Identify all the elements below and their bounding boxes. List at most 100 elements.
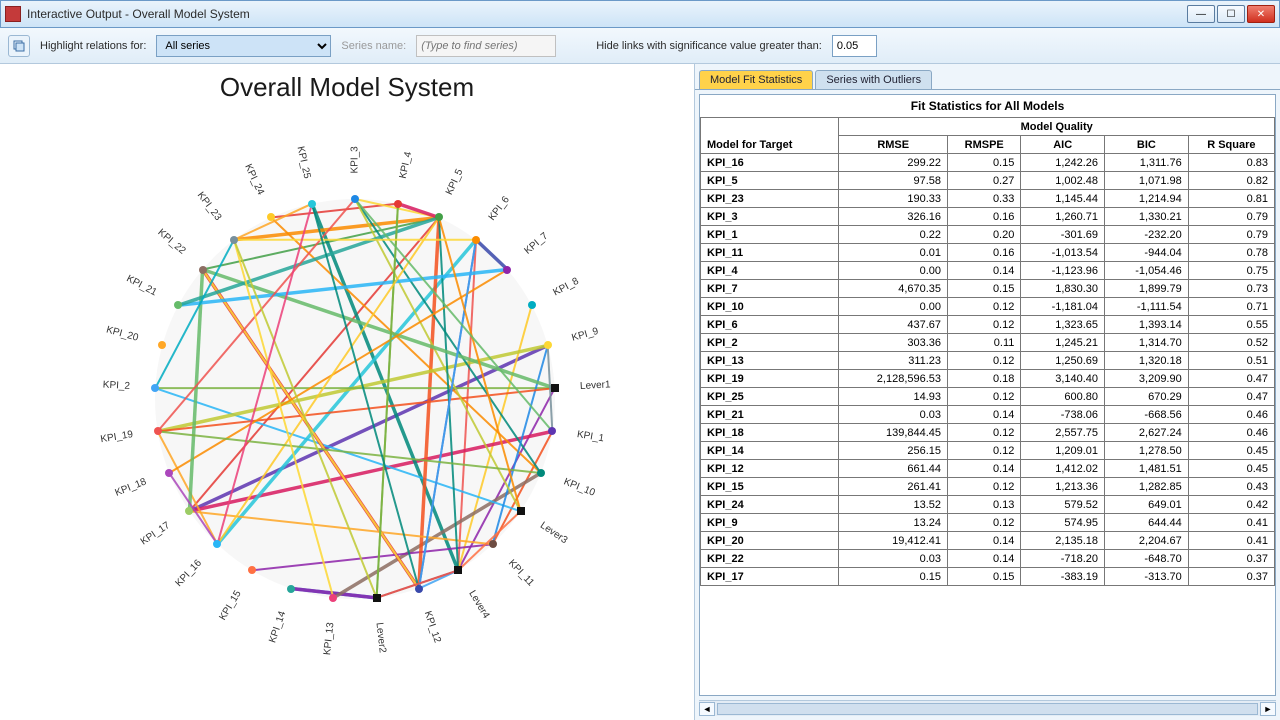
node-label: KPI_3 (350, 146, 361, 173)
node-kpi_9[interactable] (544, 341, 552, 349)
window-controls: — ☐ ✕ (1187, 5, 1275, 23)
statistics-panel: Model Fit Statistics Series with Outlier… (695, 64, 1280, 720)
node-label: Lever2 (374, 622, 388, 654)
node-kpi_17[interactable] (185, 507, 193, 515)
node-label: KPI_8 (551, 275, 580, 297)
node-kpi_11[interactable] (489, 540, 497, 548)
node-lever3[interactable] (517, 507, 525, 515)
scroll-left-icon[interactable]: ◄ (699, 702, 715, 716)
table-row[interactable]: KPI_12661.440.141,412.021,481.510.45 (701, 460, 1275, 478)
scroll-right-icon[interactable]: ► (1260, 702, 1276, 716)
highlight-select[interactable]: All series (156, 35, 331, 57)
table-row[interactable]: KPI_23190.330.331,145.441,214.940.81 (701, 190, 1275, 208)
node-kpi_25[interactable] (308, 200, 316, 208)
hide-links-label: Hide links with significance value great… (596, 40, 822, 52)
node-lever1[interactable] (551, 384, 559, 392)
stats-table-container: Fit Statistics for All Models Model for … (699, 94, 1276, 696)
table-row[interactable]: KPI_2019,412.410.142,135.182,204.670.41 (701, 532, 1275, 550)
node-lever4[interactable] (454, 566, 462, 574)
tab-model-fit[interactable]: Model Fit Statistics (699, 70, 813, 89)
node-label: KPI_5 (444, 167, 465, 196)
node-kpi_15[interactable] (248, 566, 256, 574)
horizontal-scrollbar[interactable]: ◄ ► (699, 700, 1276, 716)
toolbar: Highlight relations for: All series Seri… (0, 28, 1280, 64)
node-kpi_24[interactable] (267, 213, 275, 221)
node-label: KPI_2 (103, 379, 131, 391)
maximize-button[interactable]: ☐ (1217, 5, 1245, 23)
node-label: KPI_21 (125, 273, 159, 298)
table-row[interactable]: KPI_110.010.16-1,013.54-944.040.78 (701, 244, 1275, 262)
table-row[interactable]: KPI_170.150.15-383.19-313.700.37 (701, 568, 1275, 586)
significance-input[interactable] (832, 35, 877, 57)
node-kpi_13[interactable] (329, 594, 337, 602)
node-kpi_14[interactable] (287, 585, 295, 593)
node-kpi_20[interactable] (158, 341, 166, 349)
table-row[interactable]: KPI_100.000.12-1,181.04-1,111.540.71 (701, 298, 1275, 316)
node-label: KPI_12 (422, 610, 443, 645)
diagram-panel: Overall Model System KPI_3 KPI_4 KPI_5 KPI_… (0, 64, 695, 720)
node-label: KPI_18 (113, 477, 148, 499)
table-title: Fit Statistics for All Models (700, 95, 1275, 117)
tab-outliers[interactable]: Series with Outliers (815, 70, 932, 89)
node-label: KPI_13 (322, 622, 336, 656)
node-kpi_22[interactable] (199, 266, 207, 274)
window-title: Interactive Output - Overall Model Syste… (27, 7, 250, 21)
node-label: KPI_19 (100, 429, 134, 445)
series-name-input[interactable] (416, 35, 556, 57)
node-label: KPI_4 (398, 151, 415, 180)
table-row[interactable]: KPI_220.030.14-718.20-648.700.37 (701, 550, 1275, 568)
node-kpi_2[interactable] (151, 384, 159, 392)
node-kpi_12[interactable] (415, 585, 423, 593)
node-kpi_8[interactable] (528, 301, 536, 309)
node-kpi_10[interactable] (537, 469, 545, 477)
scroll-thumb[interactable] (717, 703, 1258, 715)
node-label: KPI_9 (570, 326, 599, 344)
node-kpi_4[interactable] (394, 200, 402, 208)
node-kpi_3[interactable] (351, 195, 359, 203)
node-label: KPI_14 (267, 610, 288, 645)
table-row[interactable]: KPI_2303.360.111,245.211,314.700.52 (701, 334, 1275, 352)
node-kpi_6[interactable] (472, 236, 480, 244)
table-row[interactable]: KPI_40.000.14-1,123.96-1,054.460.75 (701, 262, 1275, 280)
node-kpi_19[interactable] (154, 427, 162, 435)
table-row[interactable]: KPI_3326.160.161,260.711,330.210.79 (701, 208, 1275, 226)
node-label: KPI_25 (294, 146, 312, 180)
node-label: KPI_20 (105, 324, 140, 343)
title-bar: Interactive Output - Overall Model Syste… (0, 0, 1280, 28)
table-row[interactable]: KPI_18139,844.450.122,557.752,627.240.46 (701, 424, 1275, 442)
node-kpi_16[interactable] (213, 540, 221, 548)
table-row[interactable]: KPI_2413.520.13579.52649.010.42 (701, 496, 1275, 514)
table-row[interactable]: KPI_10.220.20-301.69-232.200.79 (701, 226, 1275, 244)
table-row[interactable]: KPI_913.240.12574.95644.440.41 (701, 514, 1275, 532)
chart-title: Overall Model System (0, 72, 694, 103)
table-row[interactable]: KPI_74,670.350.151,830.301,899.790.73 (701, 280, 1275, 298)
table-row[interactable]: KPI_597.580.271,002.481,071.980.82 (701, 172, 1275, 190)
node-kpi_5[interactable] (435, 213, 443, 221)
stats-table: Model for TargetModel QualityRMSERMSPEAI… (700, 117, 1275, 586)
close-button[interactable]: ✕ (1247, 5, 1275, 23)
node-lever2[interactable] (373, 594, 381, 602)
copy-icon[interactable] (8, 35, 30, 57)
node-kpi_18[interactable] (165, 469, 173, 477)
node-label: KPI_10 (562, 477, 597, 499)
node-kpi_21[interactable] (174, 301, 182, 309)
table-row[interactable]: KPI_2514.930.12600.80670.290.47 (701, 388, 1275, 406)
table-row[interactable]: KPI_14256.150.121,209.011,278.500.45 (701, 442, 1275, 460)
highlight-label: Highlight relations for: (40, 40, 146, 52)
node-label: KPI_1 (576, 429, 605, 444)
table-row[interactable]: KPI_192,128,596.530.183,140.403,209.900.… (701, 370, 1275, 388)
app-icon (5, 6, 21, 22)
node-label: Lever1 (579, 379, 610, 392)
table-row[interactable]: KPI_6437.670.121,323.651,393.140.55 (701, 316, 1275, 334)
table-row[interactable]: KPI_210.030.14-738.06-668.560.46 (701, 406, 1275, 424)
tab-bar: Model Fit Statistics Series with Outlier… (695, 64, 1280, 90)
table-row[interactable]: KPI_16299.220.151,242.261,311.760.83 (701, 154, 1275, 172)
table-row[interactable]: KPI_15261.410.121,213.361,282.850.43 (701, 478, 1275, 496)
relation-diagram[interactable]: KPI_3KPI_4KPI_5KPI_6KPI_7KPI_8KPI_9Lever… (80, 124, 630, 674)
table-row[interactable]: KPI_13311.230.121,250.691,320.180.51 (701, 352, 1275, 370)
node-kpi_23[interactable] (230, 236, 238, 244)
node-kpi_7[interactable] (503, 266, 511, 274)
series-name-label: Series name: (341, 40, 406, 52)
minimize-button[interactable]: — (1187, 5, 1215, 23)
node-kpi_1[interactable] (548, 427, 556, 435)
